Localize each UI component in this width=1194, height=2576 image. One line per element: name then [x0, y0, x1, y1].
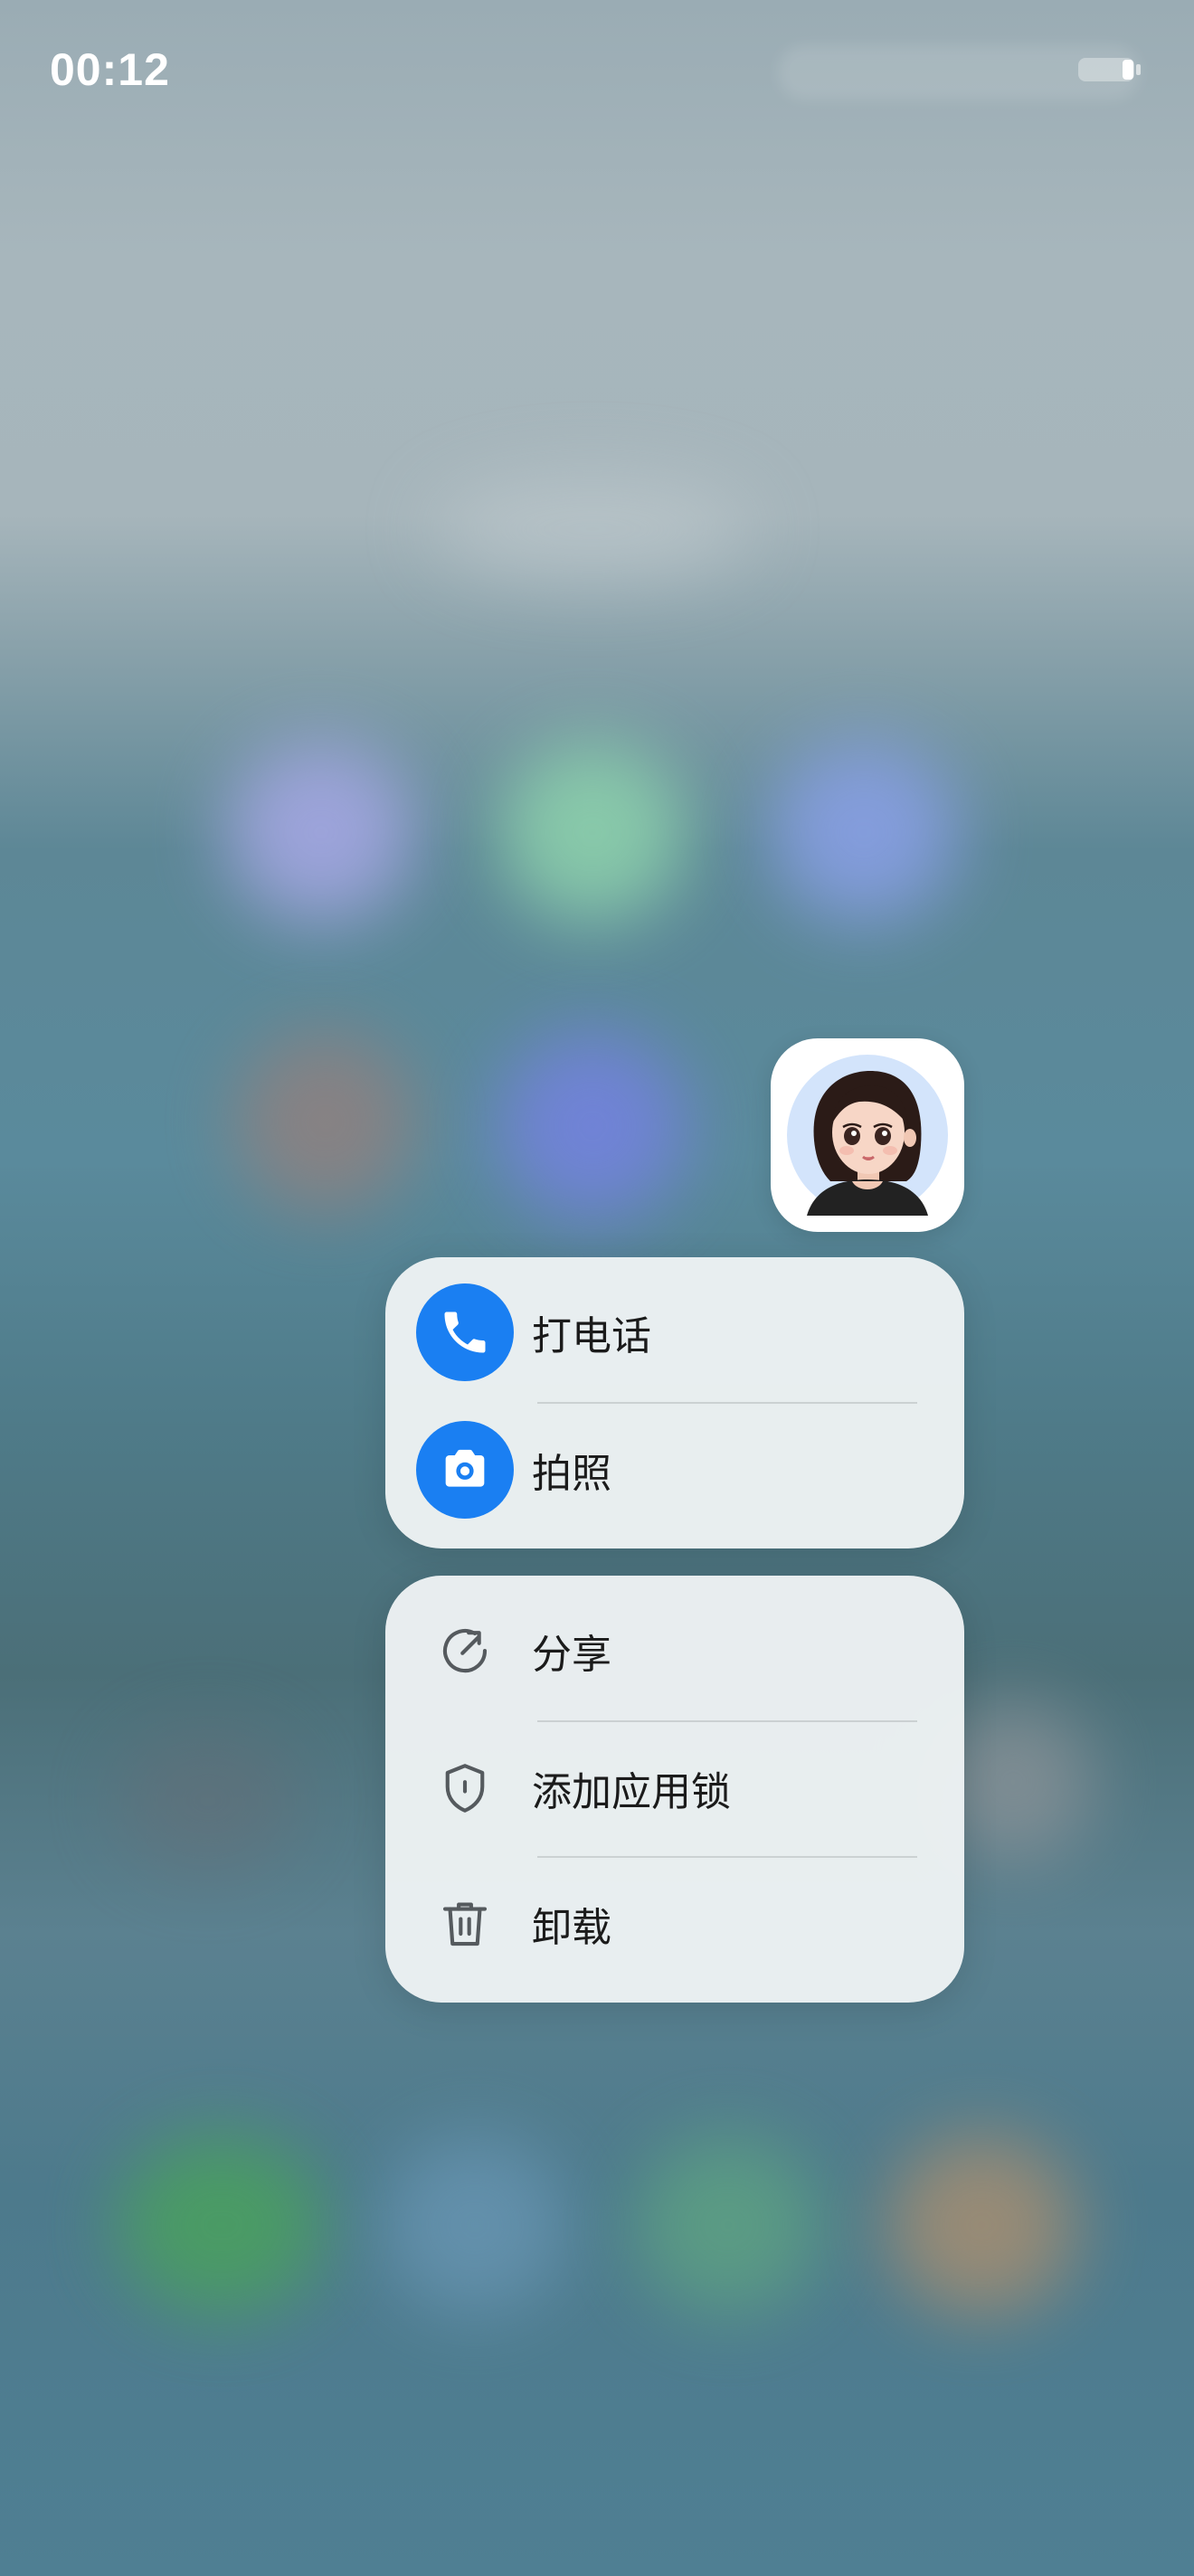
system-action-menu: 分享 添加应用锁 卸载: [385, 1576, 964, 2003]
action-uninstall[interactable]: 卸载: [385, 1856, 964, 1992]
shortcut-camera-label: 拍照: [532, 1451, 611, 1497]
action-uninstall-label: 卸载: [532, 1905, 611, 1951]
battery-icon: [1077, 56, 1142, 83]
shortcut-call[interactable]: 打电话: [385, 1264, 964, 1400]
action-share-label: 分享: [532, 1632, 611, 1678]
shortcut-camera[interactable]: 拍照: [385, 1402, 964, 1538]
action-add-app-lock-label: 添加应用锁: [532, 1769, 731, 1815]
action-share[interactable]: 分享: [385, 1583, 964, 1719]
trash-icon: [431, 1889, 499, 1958]
status-time: 00:12: [50, 44, 170, 95]
phone-icon: [416, 1283, 514, 1381]
camera-icon: [416, 1421, 514, 1519]
share-icon: [431, 1616, 499, 1685]
app-shortcut-menu: 打电话 拍照: [385, 1257, 964, 1548]
action-add-app-lock[interactable]: 添加应用锁: [385, 1720, 964, 1856]
app-icon-avatar[interactable]: [771, 1038, 964, 1232]
shield-lock-icon: [431, 1754, 499, 1823]
shortcut-call-label: 打电话: [532, 1313, 651, 1359]
avatar-girl-icon: [787, 1055, 948, 1216]
